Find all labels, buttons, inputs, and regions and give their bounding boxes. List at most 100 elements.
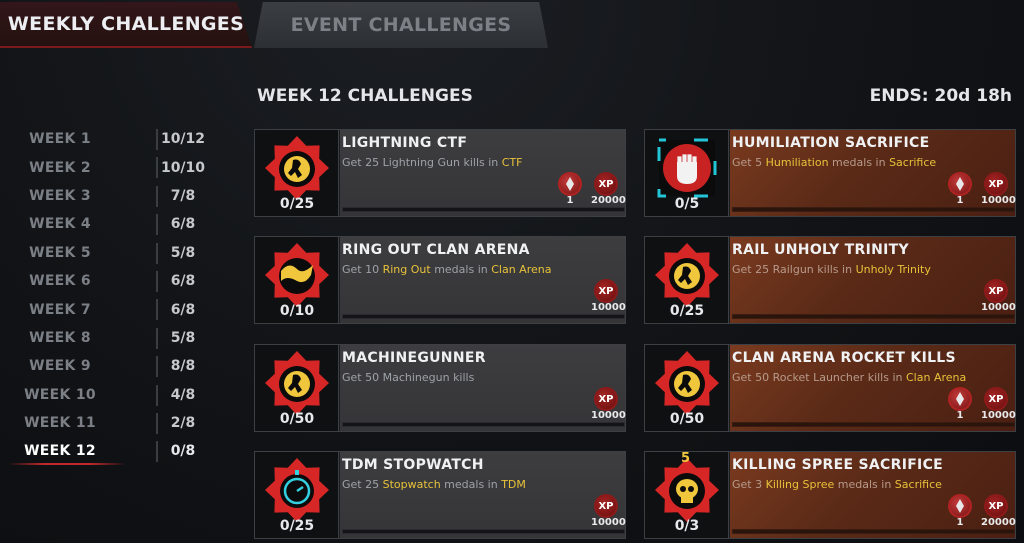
week-label: WEEK 1 (29, 131, 91, 148)
week-label: WEEK 12 (24, 443, 96, 460)
xp-reward: XP 20000 (981, 494, 1016, 528)
challenge-progress-bar (342, 314, 625, 319)
xp-icon: XP (594, 387, 618, 411)
week-progress: 4/8 (170, 386, 196, 403)
week-label: WEEK 11 (24, 415, 96, 432)
challenge-body: HUMILIATION SACRIFICE Get 5 Humiliation m… (730, 130, 1016, 216)
challenge-title: RING OUT CLAN ARENA (342, 242, 530, 258)
week-item[interactable]: WEEK 2 10/10 (0, 153, 220, 181)
week-item[interactable]: WEEK 6 6/8 (0, 267, 220, 295)
ends-timer: ENDS: 20d 18h (869, 86, 1012, 106)
challenge-title: KILLING SPREE SACRIFICE (732, 457, 944, 473)
week-progress: 5/8 (170, 329, 196, 346)
challenge-title: RAIL UNHOLY TRINITY (732, 242, 909, 258)
xp-value: 10000 (981, 410, 1016, 421)
challenge-card[interactable]: 5 0/3 KILLING SPREE SACRIFICE Get 3 Killing… (644, 451, 1016, 539)
highlighted-term: CTF (501, 156, 523, 169)
challenge-description: Get 25 Railgun kills in Unholy Trinity (732, 263, 931, 276)
challenge-icon-box: 0/25 (645, 237, 729, 323)
challenge-icon-box: 0/5 (645, 130, 729, 216)
challenge-description: Get 3 Killing Spree medals in Sacrifice (732, 478, 942, 491)
medal-count: 1 (956, 517, 964, 528)
medal-reward: 1 (945, 494, 975, 528)
highlighted-term: Ring Out (382, 263, 431, 276)
challenge-icon-box: 0/25 (255, 452, 339, 538)
challenge-title: HUMILIATION SACRIFICE (732, 135, 930, 151)
description-text: medals in (430, 263, 492, 276)
challenge-icon-box: 0/25 (255, 130, 339, 216)
medal-icon (948, 494, 972, 518)
medal-count: 1 (566, 195, 574, 206)
week-item[interactable]: WEEK 12 0/8 (0, 437, 220, 466)
week-label: WEEK 8 (29, 329, 91, 346)
description-text: Get 50 Machinegun kills (342, 371, 475, 384)
challenge-description: Get 25 Lightning Gun kills in CTF (342, 156, 523, 169)
week-label: WEEK 9 (29, 358, 91, 375)
xp-icon: XP (984, 494, 1008, 518)
xp-reward: XP 10000 (591, 494, 626, 528)
week-label: WEEK 5 (29, 244, 91, 261)
challenge-card[interactable]: 0/50 CLAN ARENA ROCKET KILLS Get 50 Rocket… (644, 344, 1016, 432)
description-text: medals in (834, 478, 895, 491)
week-progress: 6/8 (170, 273, 196, 290)
tab-event-challenges[interactable]: EVENT CHALLENGES (254, 2, 548, 48)
challenge-body: LIGHTNING CTF Get 25 Lightning Gun kills … (340, 130, 626, 216)
highlighted-term: Humiliation (765, 156, 829, 169)
challenge-card[interactable]: 0/25 RAIL UNHOLY TRINITY Get 25 Railgun ki… (644, 236, 1016, 324)
medal-reward: 1 (945, 387, 975, 421)
week-label: WEEK 7 (29, 301, 91, 318)
xp-icon: XP (984, 172, 1008, 196)
challenge-progress-bar (732, 422, 1015, 427)
xp-icon: XP (984, 387, 1008, 411)
week-item[interactable]: WEEK 4 6/8 (0, 210, 220, 238)
challenge-body: TDM STOPWATCH Get 25 Stopwatch medals in … (340, 452, 626, 538)
challenge-card[interactable]: 0/5 HUMILIATION SACRIFICE Get 5 Humiliatio… (644, 129, 1016, 217)
week-progress: 10/12 (160, 131, 206, 148)
highlighted-term: Stopwatch (382, 478, 441, 491)
week-progress: 5/8 (170, 244, 196, 261)
challenge-body: CLAN ARENA ROCKET KILLS Get 50 Rocket Lau… (730, 345, 1016, 431)
xp-value: 20000 (981, 517, 1016, 528)
medal-count: 1 (956, 410, 964, 421)
week-item[interactable]: WEEK 5 5/8 (0, 239, 220, 267)
week-item[interactable]: WEEK 7 6/8 (0, 295, 220, 323)
xp-reward: XP 10000 (981, 387, 1016, 421)
xp-reward: XP 10000 (981, 279, 1016, 313)
challenge-icon-box: 0/10 (255, 237, 339, 323)
challenge-icon-box: 0/50 (255, 345, 339, 431)
week-item[interactable]: WEEK 9 8/8 (0, 352, 220, 380)
week-progress: 6/8 (170, 301, 196, 318)
challenge-progress-bar (342, 422, 625, 427)
week-progress: 2/8 (170, 415, 196, 432)
week-item[interactable]: WEEK 11 2/8 (0, 409, 220, 437)
week-label: WEEK 4 (29, 216, 91, 233)
challenge-progress: 0/50 (279, 411, 315, 427)
week-label: WEEK 3 (29, 187, 91, 204)
highlighted-term: TDM (501, 478, 526, 491)
week-label: WEEK 6 (29, 273, 91, 290)
week-item[interactable]: WEEK 10 4/8 (0, 381, 220, 409)
challenge-description: Get 10 Ring Out medals in Clan Arena (342, 263, 551, 276)
description-text: Get 25 Lightning Gun kills in (342, 156, 502, 169)
challenge-card[interactable]: 0/10 RING OUT CLAN ARENA Get 10 Ring Out m… (254, 236, 626, 324)
challenge-card[interactable]: 0/50 MACHINEGUNNER Get 50 Machinegun kills… (254, 344, 626, 432)
tab-weekly-challenges[interactable]: WEEKLY CHALLENGES (0, 2, 252, 48)
challenge-progress: 0/3 (674, 518, 700, 534)
challenge-title: LIGHTNING CTF (342, 135, 468, 151)
week-item[interactable]: WEEK 3 7/8 (0, 182, 220, 210)
week-progress: 8/8 (170, 358, 196, 375)
week-item[interactable]: WEEK 8 5/8 (0, 324, 220, 352)
challenge-description: Get 50 Machinegun kills (342, 371, 474, 384)
xp-value: 10000 (981, 302, 1016, 313)
challenge-icon-box: 5 0/3 (645, 451, 729, 538)
xp-value: 10000 (591, 410, 626, 421)
description-text: medals in (440, 478, 502, 491)
medal-reward: 1 (555, 172, 585, 206)
challenge-progress: 0/25 (279, 518, 315, 534)
challenge-card[interactable]: 0/25 LIGHTNING CTF Get 25 Lightning Gun ki… (254, 129, 626, 217)
challenge-progress: 0/50 (669, 411, 705, 427)
description-text: Get 5 (732, 156, 766, 169)
challenge-card[interactable]: 0/25 TDM STOPWATCH Get 25 Stopwatch medals… (254, 451, 626, 539)
week-item[interactable]: WEEK 1 10/12 (0, 125, 220, 153)
medal-icon (948, 172, 972, 196)
